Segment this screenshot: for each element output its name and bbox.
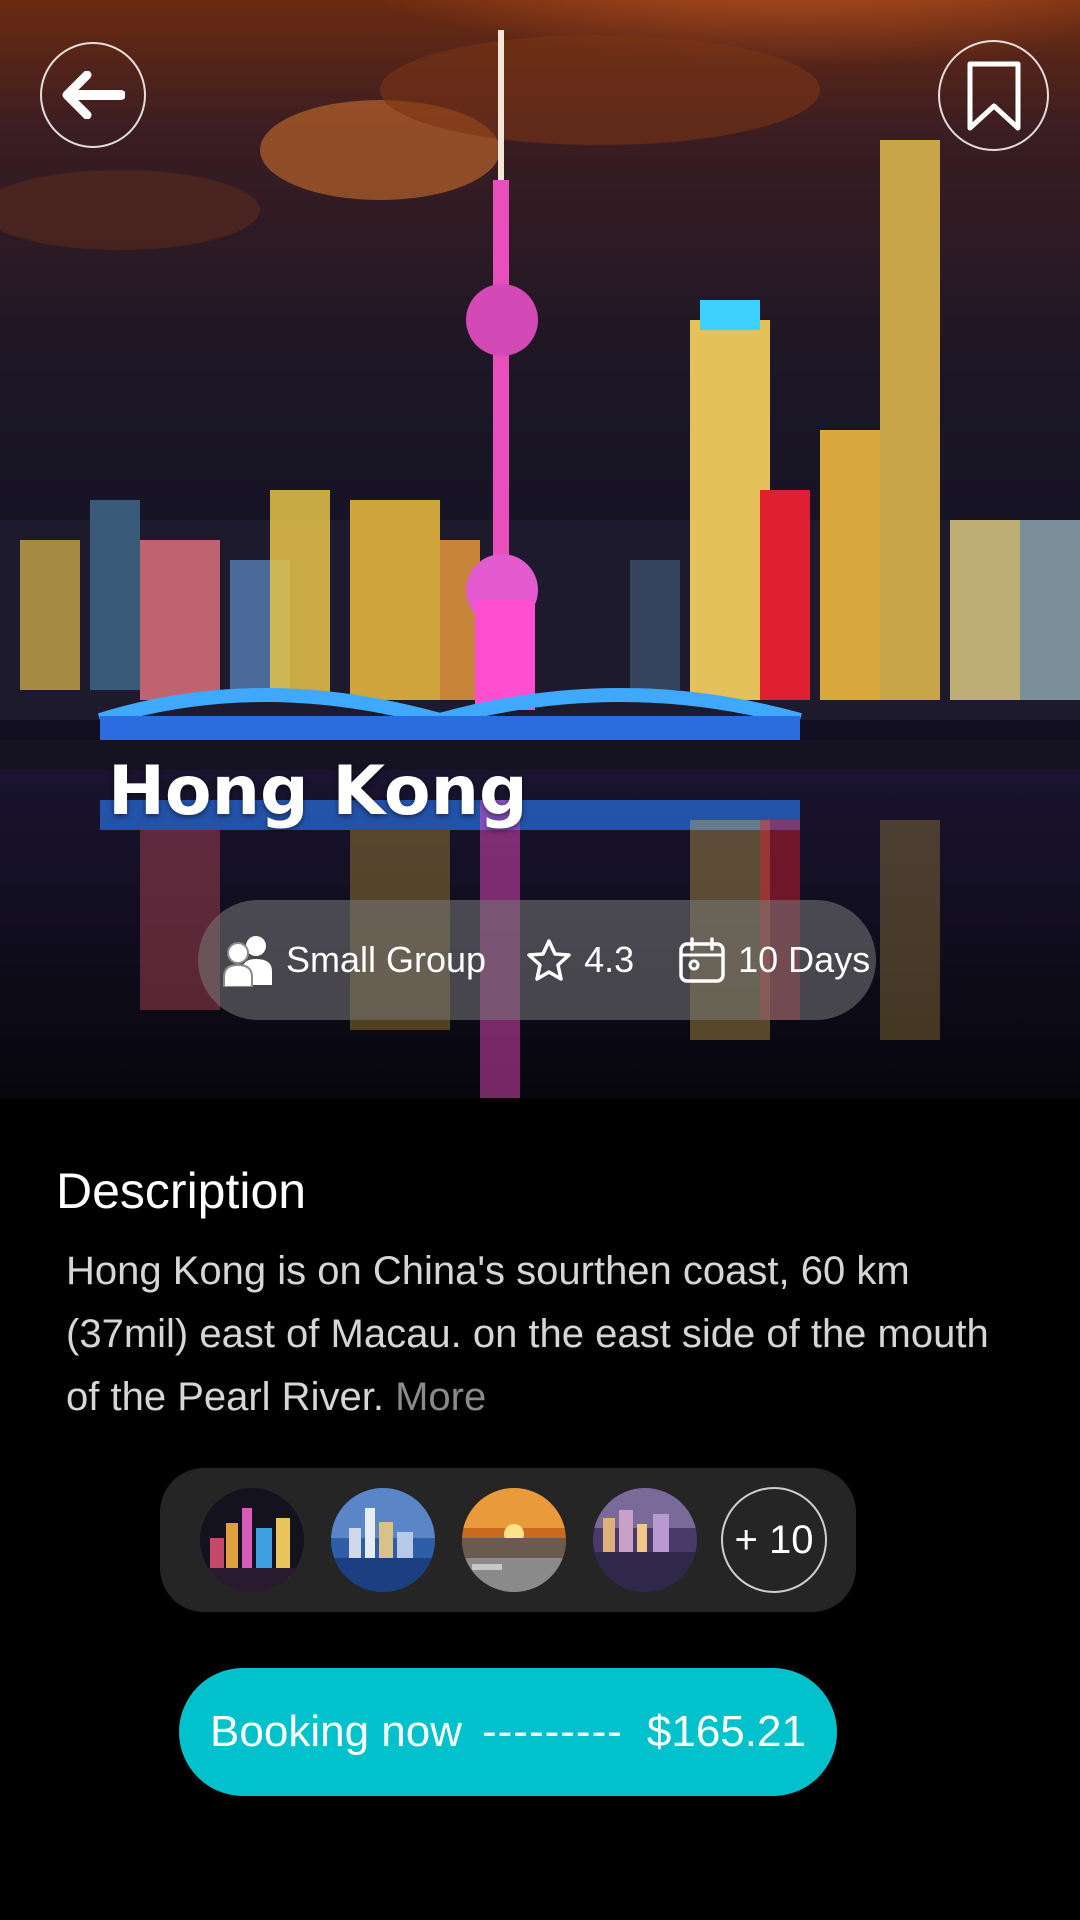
bookmark-icon — [967, 61, 1020, 130]
photo-gallery: + 10 — [160, 1468, 856, 1612]
users-icon — [222, 933, 274, 987]
bookmark-button[interactable] — [938, 40, 1049, 151]
booking-label: Booking now — [210, 1707, 462, 1756]
gallery-thumbnail[interactable] — [593, 1488, 697, 1592]
booking-price: $165.21 — [646, 1707, 806, 1756]
description-text-block: Hong Kong is on China's sourthen coast, … — [66, 1240, 1026, 1429]
booking-separator: --------- — [482, 1707, 623, 1756]
description-text: Hong Kong is on China's sourthen coast, … — [66, 1249, 989, 1419]
destination-title: Hong Kong — [108, 752, 528, 831]
description-heading: Description — [56, 1163, 307, 1219]
arrow-left-icon — [62, 71, 125, 119]
duration-info: 10 Days — [678, 936, 870, 984]
duration-value: 10 Days — [738, 939, 871, 980]
group-size-label: Small Group — [286, 939, 487, 980]
star-icon — [526, 938, 572, 982]
rating-value: 4.3 — [584, 939, 635, 980]
waterfront-dusk-photo — [593, 1488, 697, 1592]
calendar-icon — [678, 936, 726, 984]
trip-info-pill: Small Group 4.3 10 Days — [198, 900, 876, 1020]
more-photos-button[interactable]: + 10 — [721, 1487, 827, 1593]
hero-image: Hong Kong Small Group 4.3 10 Days — [0, 0, 1080, 1098]
back-button[interactable] — [40, 42, 146, 148]
gallery-thumbnail[interactable] — [462, 1488, 566, 1592]
harbour-skyline-photo — [331, 1488, 435, 1592]
gallery-thumbnail[interactable] — [331, 1488, 435, 1592]
gallery-thumbnail[interactable] — [200, 1488, 304, 1592]
city-night-photo — [200, 1488, 304, 1592]
rating-info: 4.3 — [526, 938, 634, 982]
more-link[interactable]: More — [395, 1375, 486, 1419]
booking-button[interactable]: Booking now --------- $165.21 — [179, 1668, 837, 1796]
group-size-info: Small Group — [222, 933, 486, 987]
sunset-bay-photo — [462, 1488, 566, 1592]
